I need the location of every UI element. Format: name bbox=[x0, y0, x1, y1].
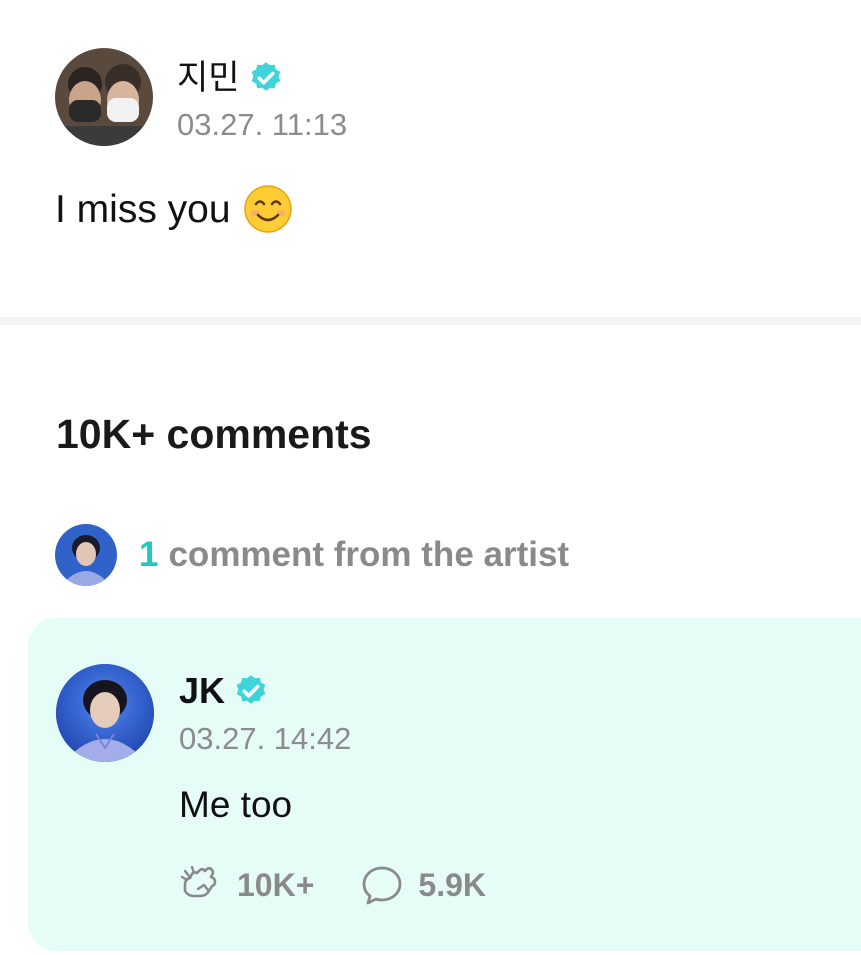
post-body: I miss you bbox=[55, 184, 293, 234]
post-author-name[interactable]: 지민 bbox=[177, 61, 240, 95]
avatar-photo-icon bbox=[55, 524, 117, 586]
comment-author-name[interactable]: JK bbox=[179, 673, 225, 709]
speech-bubble-icon bbox=[360, 863, 404, 907]
post-timestamp: 03.27. 11:13 bbox=[177, 106, 348, 142]
post-text: I miss you bbox=[55, 187, 231, 231]
smiling-face-emoji-icon bbox=[243, 184, 293, 234]
avatar-photo-icon bbox=[56, 664, 154, 762]
post-author-block: 지민 03.27. 11:13 bbox=[177, 55, 347, 140]
verified-badge-icon bbox=[233, 673, 269, 709]
cheer-button[interactable]: 10K+ bbox=[179, 863, 314, 907]
artist-comment-count: 1 bbox=[139, 535, 159, 574]
comments-count-heading: 10K+ comments bbox=[56, 411, 372, 457]
section-divider bbox=[0, 317, 861, 325]
comment-author-block: JK 03.27. 14:42 bbox=[179, 664, 352, 756]
post-author-name-row: 지민 bbox=[177, 55, 347, 101]
artist-summary-avatar bbox=[55, 524, 117, 586]
comment-actions: 10K+ 5.9K bbox=[179, 863, 486, 907]
post-header: 지민 03.27. 11:13 bbox=[55, 48, 347, 146]
comment-author-avatar[interactable] bbox=[56, 664, 154, 762]
comment-header: JK 03.27. 14:42 bbox=[56, 664, 351, 762]
artist-comment-card[interactable]: JK 03.27. 14:42 Me too 10K+ 5.9K bbox=[28, 618, 861, 951]
comment-author-name-row: JK bbox=[179, 666, 351, 716]
artist-comment-label: comment from the artist bbox=[168, 535, 570, 574]
comment-timestamp: 03.27. 14:42 bbox=[179, 721, 352, 756]
cheer-hand-icon bbox=[179, 863, 223, 907]
verified-badge-icon bbox=[248, 60, 284, 96]
cheer-count: 10K+ bbox=[237, 866, 315, 903]
comment-text: Me too bbox=[179, 784, 293, 825]
avatar-photo-icon bbox=[55, 48, 153, 146]
reply-button[interactable]: 5.9K bbox=[360, 863, 486, 907]
artist-comment-summary[interactable]: 1 comment from the artist bbox=[55, 524, 569, 586]
reply-count: 5.9K bbox=[418, 866, 486, 903]
post-author-avatar[interactable] bbox=[55, 48, 153, 146]
